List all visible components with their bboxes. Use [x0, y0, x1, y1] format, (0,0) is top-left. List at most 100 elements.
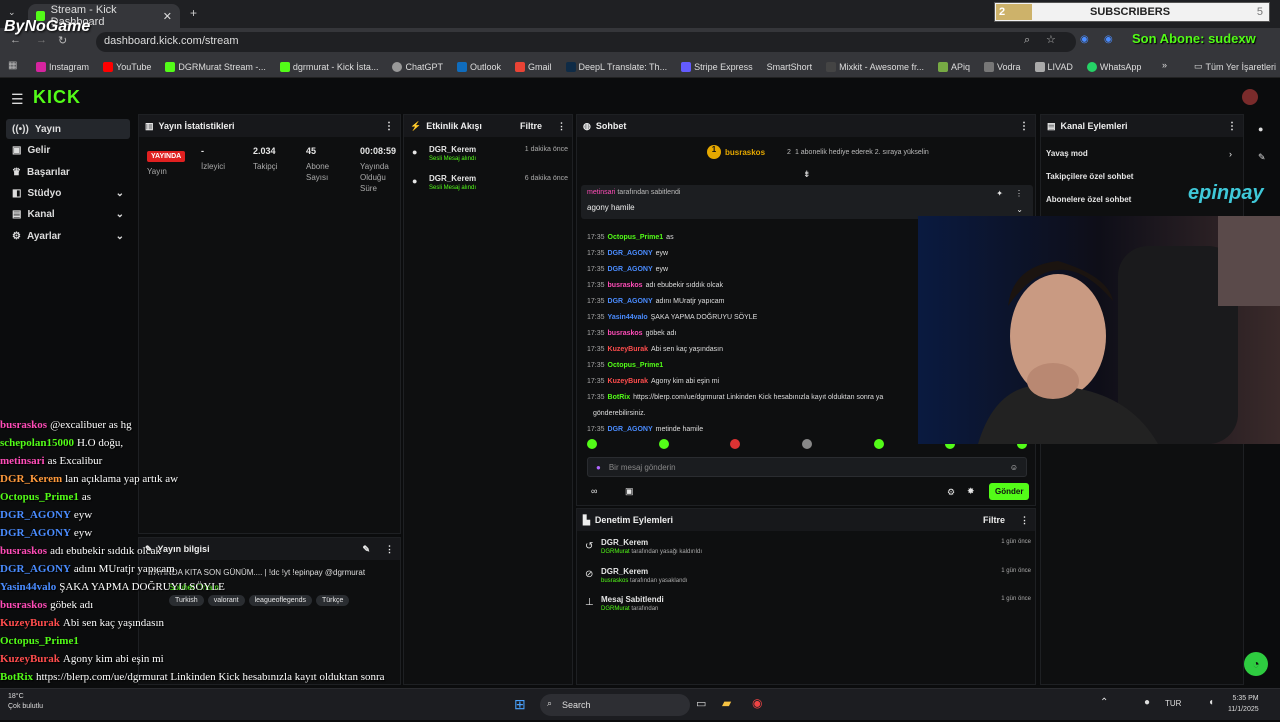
emoji-icon[interactable]: ☺: [1010, 463, 1018, 472]
gift-icon[interactable]: ▣: [625, 486, 634, 497]
chat-message: 17:35 busraskos adı ebubekir sıddık olca…: [587, 277, 917, 293]
apps-grid-icon[interactable]: ▦: [8, 60, 17, 71]
clock[interactable]: 5:35 PM 11/1/2025: [1228, 693, 1259, 715]
bookmark-star-icon[interactable]: ☆: [1046, 33, 1056, 46]
chat-username[interactable]: Octopus_Prime1: [608, 362, 664, 369]
chrome-icon[interactable]: ◉: [752, 696, 762, 710]
info-icon[interactable]: ●: [1258, 124, 1263, 134]
tray-chevron-icon[interactable]: ⌃: [1100, 697, 1108, 708]
followers-only-toggle[interactable]: Takipçilere özel sohbet: [1046, 172, 1133, 181]
emote-icon[interactable]: [801, 439, 812, 449]
edit-icon[interactable]: ✎: [1258, 152, 1266, 163]
file-explorer-icon[interactable]: ▰: [722, 696, 731, 710]
chat-settings-icon[interactable]: ⚙: [947, 487, 955, 498]
extension-2-icon[interactable]: ◉: [1104, 34, 1113, 45]
gear-icon: ⚙: [12, 230, 21, 242]
bookmark-mixkit[interactable]: Mixkit - Awesome fr...: [826, 61, 924, 72]
collapse-icon[interactable]: ⇟: [803, 169, 811, 180]
more-bookmarks-icon[interactable]: »: [1162, 60, 1167, 70]
chevron-right-icon[interactable]: ›: [1229, 149, 1232, 159]
bookmark-smartshort[interactable]: SmartShort: [767, 62, 813, 72]
bookmark-dgrmurat-kick[interactable]: dgrmurat - Kick İsta...: [279, 61, 378, 72]
emote-icon[interactable]: [658, 439, 669, 449]
chat-username[interactable]: BotRix: [608, 394, 631, 401]
bookmark-gmail[interactable]: Gmail: [515, 61, 552, 72]
bookmark-instagram[interactable]: Instagram: [36, 61, 89, 72]
emote-icon[interactable]: [730, 439, 741, 449]
bookmark-deepl[interactable]: DeepL Translate: Th...: [565, 61, 667, 72]
bookmark-whatsapp[interactable]: WhatsApp: [1086, 61, 1141, 72]
activity-filter-button[interactable]: Filtre: [520, 121, 542, 131]
chat-input[interactable]: ● Bir mesaj gönderin ☺: [587, 457, 1027, 477]
task-view-icon[interactable]: ▭: [696, 697, 706, 710]
volume-icon[interactable]: ◖: [1208, 697, 1214, 708]
chat-username[interactable]: busraskos: [608, 282, 643, 289]
avatar[interactable]: [1242, 89, 1258, 105]
language-indicator[interactable]: TUR: [1165, 699, 1181, 708]
mod-filter-button[interactable]: Filtre: [983, 515, 1005, 525]
kick-logo[interactable]: KICK: [33, 87, 81, 108]
mic-icon[interactable]: ●: [1144, 697, 1150, 708]
all-bookmarks[interactable]: ▭ Tüm Yer İşaretleri: [1194, 61, 1276, 72]
sparkle-icon[interactable]: ✸: [967, 486, 975, 497]
bookmark-outlook[interactable]: Outlook: [456, 61, 501, 72]
more-icon[interactable]: ⋮: [1227, 121, 1237, 132]
tools-icon[interactable]: ∞: [591, 486, 597, 496]
tab-list-icon[interactable]: ⌄: [8, 7, 16, 18]
taskbar-search[interactable]: ⌕ Search: [540, 694, 690, 716]
sidebar-item-studyo[interactable]: ◧ Stüdyo ⌄: [6, 183, 130, 203]
bookmark-chatgpt[interactable]: ChatGPT: [392, 61, 443, 72]
start-icon[interactable]: ⊞: [514, 696, 526, 713]
sidebar-item-ayarlar[interactable]: ⚙ Ayarlar ⌄: [6, 226, 130, 246]
chat-username[interactable]: KuzeyBurak: [608, 378, 648, 385]
overlay-username: busraskos: [0, 545, 48, 557]
chat-username[interactable]: DGR_AGONY: [608, 250, 653, 257]
emote-icon[interactable]: [587, 439, 597, 449]
overlay-chat-line: DGR_AGONY eyw: [0, 506, 420, 524]
slow-mode-toggle[interactable]: Yavaş mod: [1046, 149, 1088, 158]
sidebar-item-yayin[interactable]: ((•)) Yayın: [6, 119, 130, 139]
chat-timestamp: 17:35: [587, 361, 605, 369]
menu-icon[interactable]: ☰: [11, 91, 24, 108]
chat-username[interactable]: DGR_AGONY: [608, 426, 653, 433]
bookmark-livad[interactable]: LIVAD: [1034, 61, 1073, 72]
bookmark-stripe[interactable]: Stripe Express: [681, 61, 753, 72]
extension-icon[interactable]: ◉: [1080, 34, 1089, 45]
bookmark-apiq[interactable]: APiq: [937, 61, 970, 72]
overlay-chat-line: Octopus_Prime1 as: [0, 488, 420, 506]
more-icon[interactable]: ⋮: [1015, 189, 1023, 198]
more-icon[interactable]: ⋮: [384, 121, 394, 132]
chat-username[interactable]: DGR_AGONY: [608, 298, 653, 305]
kick-icon: [279, 61, 290, 72]
bookmark-youtube[interactable]: YouTube: [103, 61, 151, 72]
mod-header: ▙ Denetim Eylemleri Filtre ⋮: [577, 509, 1035, 531]
last-subscriber-overlay: Son Abone: sudexw: [1132, 31, 1256, 46]
bookmark-dgrmurat-stream[interactable]: DGRMurat Stream -...: [165, 61, 266, 72]
close-tab-icon[interactable]: ✕: [163, 10, 172, 23]
chat-username[interactable]: Yasin44valo: [608, 314, 648, 321]
chat-username[interactable]: Octopus_Prime1: [608, 234, 664, 241]
chat-message: 17:35 KuzeyBurak Agony kim abi eşin mi: [587, 373, 917, 389]
address-bar[interactable]: dashboard.kick.com/stream: [96, 32, 1076, 52]
sidebar-item-kanal[interactable]: ▤ Kanal ⌄: [6, 204, 130, 224]
more-icon[interactable]: ⋮: [1019, 121, 1029, 132]
more-icon[interactable]: ⋮: [557, 121, 566, 132]
send-button[interactable]: Gönder: [989, 483, 1030, 500]
pin-icon[interactable]: ✦: [996, 189, 1003, 198]
new-tab-icon[interactable]: +: [190, 6, 197, 20]
chevron-down-icon[interactable]: ⌄: [1016, 205, 1023, 214]
mic-icon[interactable]: ●: [596, 463, 601, 472]
chat-username[interactable]: KuzeyBurak: [608, 346, 648, 353]
chat-bubble-icon[interactable]: ◔: [1244, 652, 1268, 676]
overlay-username: KuzeyBurak: [0, 617, 60, 629]
emote-icon[interactable]: [873, 439, 884, 449]
chat-username[interactable]: busraskos: [608, 330, 643, 337]
weather-widget[interactable]: 18°C Çok bulutlu: [8, 692, 43, 712]
more-icon[interactable]: ⋮: [1020, 515, 1029, 526]
zoom-icon[interactable]: ⌕: [1024, 34, 1030, 47]
subscribers-only-toggle[interactable]: Abonelere özel sohbet: [1046, 195, 1131, 204]
sidebar-item-basarilar[interactable]: ♛ Başarılar: [6, 162, 130, 182]
bookmark-vodra[interactable]: Vodra: [984, 61, 1021, 72]
sidebar-item-gelir[interactable]: ▣ Gelir: [6, 140, 130, 160]
chat-username[interactable]: DGR_AGONY: [608, 266, 653, 273]
